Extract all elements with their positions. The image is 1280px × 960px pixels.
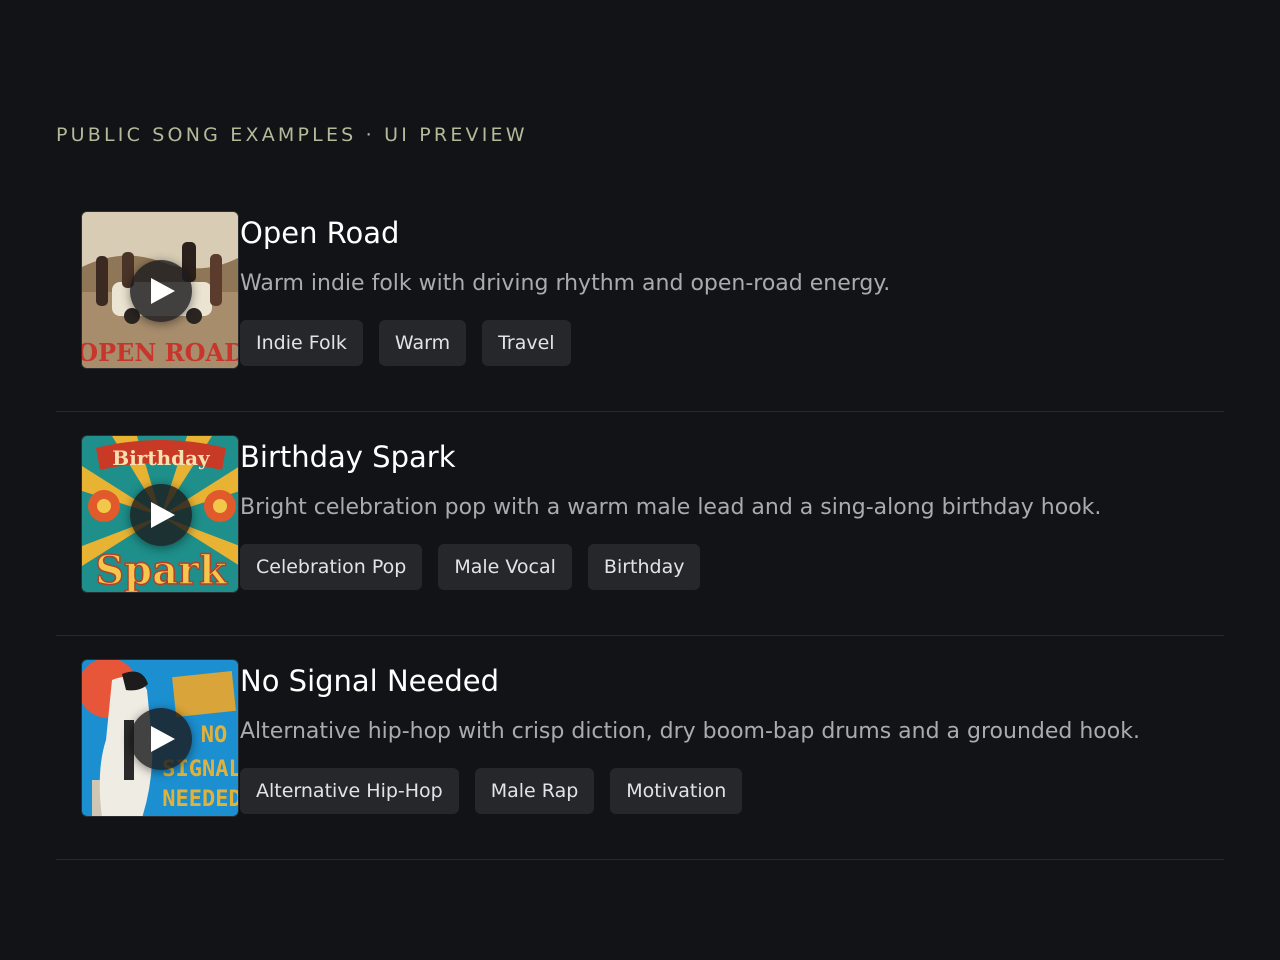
song-row-no-signal-needed: NO SIGNAL NEEDED No Signal Needed Altern… xyxy=(56,636,1224,860)
tag-alternative-hip-hop[interactable]: Alternative Hip-Hop xyxy=(240,768,459,814)
song-row-birthday-spark: Birthday Spark Birthday Spark Bright cel… xyxy=(56,412,1224,636)
song-description: Bright celebration pop with a warm male … xyxy=(240,495,1102,520)
tag-list: Celebration Pop Male Vocal Birthday xyxy=(240,544,701,590)
song-examples-page: PUBLIC SONG EXAMPLES · UI PREVIEW OPEN R… xyxy=(0,0,1280,960)
tag-birthday[interactable]: Birthday xyxy=(587,544,701,590)
cover-title-birthday: Birthday xyxy=(112,446,211,470)
tag-indie-folk[interactable]: Indie Folk xyxy=(240,320,363,366)
tag-male-rap[interactable]: Male Rap xyxy=(474,768,595,814)
song-title[interactable]: Open Road xyxy=(240,216,399,250)
tag-list: Alternative Hip-Hop Male Rap Motivation xyxy=(240,768,743,814)
tag-travel[interactable]: Travel xyxy=(482,320,571,366)
cover-title-needed: NEEDED xyxy=(162,787,239,812)
tag-list: Indie Folk Warm Travel xyxy=(240,320,571,366)
song-description: Warm indie folk with driving rhythm and … xyxy=(240,271,891,296)
cover-art-birthday-spark[interactable]: Birthday Spark xyxy=(81,435,239,593)
song-title[interactable]: Birthday Spark xyxy=(240,440,456,474)
play-icon xyxy=(151,502,175,528)
tag-male-vocal[interactable]: Male Vocal xyxy=(438,544,572,590)
play-button-birthday-spark[interactable] xyxy=(130,484,192,546)
cover-art-no-signal-needed[interactable]: NO SIGNAL NEEDED xyxy=(81,659,239,817)
cover-art-open-road[interactable]: OPEN ROAD xyxy=(81,211,239,369)
tag-warm[interactable]: Warm xyxy=(378,320,467,366)
tag-motivation[interactable]: Motivation xyxy=(610,768,743,814)
song-description: Alternative hip-hop with crisp diction, … xyxy=(240,719,1140,744)
cover-title-open-road: OPEN ROAD xyxy=(82,338,239,367)
section-eyebrow: PUBLIC SONG EXAMPLES · UI PREVIEW xyxy=(56,124,528,146)
cover-title-no: NO xyxy=(201,723,228,748)
play-icon xyxy=(151,726,175,752)
song-list: OPEN ROAD Open Road Warm indie folk with… xyxy=(56,188,1224,860)
play-button-no-signal-needed[interactable] xyxy=(130,708,192,770)
song-row-open-road: OPEN ROAD Open Road Warm indie folk with… xyxy=(56,188,1224,412)
tag-celebration-pop[interactable]: Celebration Pop xyxy=(240,544,423,590)
song-title[interactable]: No Signal Needed xyxy=(240,664,499,698)
play-button-open-road[interactable] xyxy=(130,260,192,322)
play-icon xyxy=(151,278,175,304)
cover-title-spark: Spark xyxy=(95,547,228,593)
